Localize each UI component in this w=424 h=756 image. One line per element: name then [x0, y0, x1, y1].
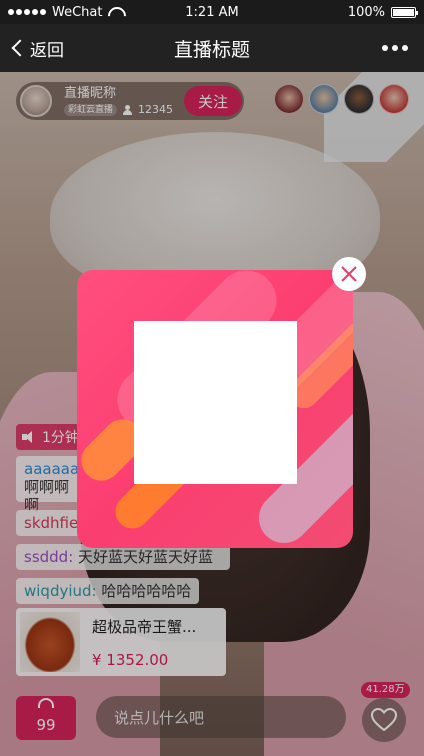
- wifi-icon: [108, 7, 122, 17]
- back-label: 返回: [30, 40, 64, 61]
- carrier-label: WeChat: [52, 4, 103, 20]
- close-icon: [341, 266, 357, 282]
- status-time: 1:21 AM: [185, 4, 239, 20]
- qr-code-image: [134, 321, 297, 484]
- close-button[interactable]: [332, 257, 366, 291]
- back-button[interactable]: 返回: [10, 36, 110, 61]
- battery-fill: [393, 8, 414, 16]
- page-title: 直播标题: [173, 38, 250, 61]
- battery-percent: 100%: [347, 4, 385, 20]
- status-bar: WeChat 1:21 AM 100%: [0, 0, 424, 24]
- back-chevron-icon: [11, 39, 29, 57]
- popup-card: [77, 270, 353, 548]
- more-dots-icon[interactable]: [314, 45, 414, 51]
- status-left: WeChat: [8, 5, 158, 20]
- signal-icon: [8, 9, 46, 15]
- nav-bar: 返回 直播标题: [0, 24, 424, 72]
- status-right: 100%: [266, 4, 418, 20]
- battery-icon: [391, 6, 418, 18]
